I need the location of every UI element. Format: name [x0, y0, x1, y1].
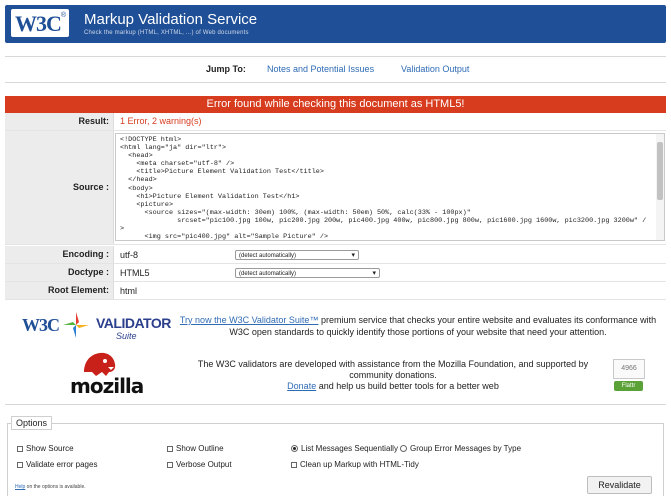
doctype-select-value: (detect automatically)	[239, 271, 297, 277]
page-subtitle: Check the markup (HTML, XHTML, ...) of W…	[84, 30, 249, 36]
show-source-label: Show Source	[26, 444, 74, 453]
root-element-value: html	[120, 286, 138, 296]
clean-up-label: Clean up Markup with HTML-Tidy	[300, 460, 419, 469]
validator-w3c-text: W3C	[22, 315, 60, 335]
doctype-label: Doctype :	[5, 264, 114, 281]
validator-suite-promo: Try now the W3C Validator Suite™ premium…	[178, 314, 658, 338]
result-label: Result:	[5, 113, 114, 130]
divider	[5, 56, 666, 57]
jump-output-link[interactable]: Validation Output	[401, 64, 469, 74]
w3c-logo[interactable]: W3C ®	[11, 9, 69, 37]
validator-suite-logo[interactable]: W3C VALIDATOR Suite	[20, 308, 171, 344]
mozilla-logo[interactable]: mozilla	[70, 374, 144, 398]
mozilla-text: The W3C validators are developed with as…	[197, 359, 589, 380]
validator-suite-word: Suite	[116, 331, 137, 341]
encoding-select[interactable]: (detect automatically) ▾	[235, 250, 359, 260]
doctype-value: HTML5	[120, 268, 150, 278]
encoding-label: Encoding :	[5, 246, 114, 263]
help-text: on the options is available.	[25, 484, 86, 490]
validate-error-pages-option[interactable]: Validate error pages	[17, 460, 97, 469]
encoding-value: utf-8	[120, 250, 139, 260]
source-code-box[interactable]: <!DOCTYPE html> <html lang="ja" dir="ltr…	[115, 133, 665, 241]
verbose-output-option[interactable]: Verbose Output	[167, 460, 232, 469]
show-outline-checkbox[interactable]	[167, 445, 173, 452]
validator-star-icon	[63, 312, 89, 338]
help-note: Help on the options is available.	[15, 484, 86, 490]
error-banner: Error found while checking this document…	[5, 96, 666, 113]
show-source-checkbox[interactable]	[17, 445, 23, 452]
clean-up-checkbox[interactable]	[291, 461, 297, 468]
jump-notes-link[interactable]: Notes and Potential Issues	[267, 64, 374, 74]
group-by-type-label: Group Error Messages by Type	[410, 444, 522, 453]
clean-up-option[interactable]: Clean up Markup with HTML-Tidy	[291, 460, 419, 469]
root-element-label: Root Element:	[5, 282, 114, 299]
group-by-type-radio[interactable]	[400, 445, 407, 452]
show-outline-label: Show Outline	[176, 444, 224, 453]
list-sequential-option[interactable]: List Messages Sequentially	[291, 444, 398, 453]
source-code: <!DOCTYPE html> <html lang="ja" dir="ltr…	[120, 136, 647, 241]
donate-link[interactable]: Donate	[287, 381, 316, 391]
result-row: Result: 1 Error, 2 warning(s)	[5, 113, 666, 131]
group-by-type-option[interactable]: Group Error Messages by Type	[400, 444, 521, 453]
validate-error-pages-label: Validate error pages	[26, 460, 98, 469]
show-outline-option[interactable]: Show Outline	[167, 444, 224, 453]
scrollbar-thumb[interactable]	[657, 142, 663, 200]
result-value: 1 Error, 2 warning(s)	[120, 116, 202, 126]
verbose-output-checkbox[interactable]	[167, 461, 173, 468]
w3c-logo-text: W3C	[15, 11, 62, 36]
validator-suite-link[interactable]: Try now the W3C Validator Suite™	[180, 315, 319, 325]
jump-to-label: Jump To:	[206, 64, 246, 74]
registered-mark: ®	[60, 12, 66, 19]
flattr-button[interactable]: Flattr	[614, 381, 643, 391]
list-sequential-label: List Messages Sequentially	[301, 444, 398, 453]
source-scrollbar[interactable]	[656, 134, 664, 240]
revalidate-button[interactable]: Revalidate	[587, 476, 652, 494]
list-sequential-radio[interactable]	[291, 445, 298, 452]
donation-counter: 4966	[613, 359, 645, 379]
validate-error-pages-checkbox[interactable]	[17, 461, 23, 468]
source-label: Source :	[5, 131, 114, 244]
mozilla-promo: The W3C validators are developed with as…	[178, 359, 608, 392]
donate-text: and help us build better tools for a bet…	[316, 381, 499, 391]
chevron-down-icon: ▾	[351, 252, 355, 259]
doctype-select[interactable]: (detect automatically) ▾	[235, 268, 380, 278]
help-link[interactable]: Help	[15, 484, 25, 490]
verbose-output-label: Verbose Output	[176, 460, 232, 469]
chevron-down-icon: ▾	[372, 270, 376, 277]
encoding-select-value: (detect automatically)	[239, 253, 297, 259]
divider	[5, 404, 666, 405]
options-legend[interactable]: Options	[11, 416, 53, 430]
header-banner: W3C ® Markup Validation Service Check th…	[5, 5, 666, 43]
page-title: Markup Validation Service	[84, 11, 258, 28]
root-element-row: Root Element: html	[5, 282, 666, 300]
show-source-option[interactable]: Show Source	[17, 444, 74, 453]
divider	[5, 82, 666, 83]
flattr-label: Flattr	[621, 383, 636, 389]
validator-wordmark: VALIDATOR	[96, 315, 171, 331]
